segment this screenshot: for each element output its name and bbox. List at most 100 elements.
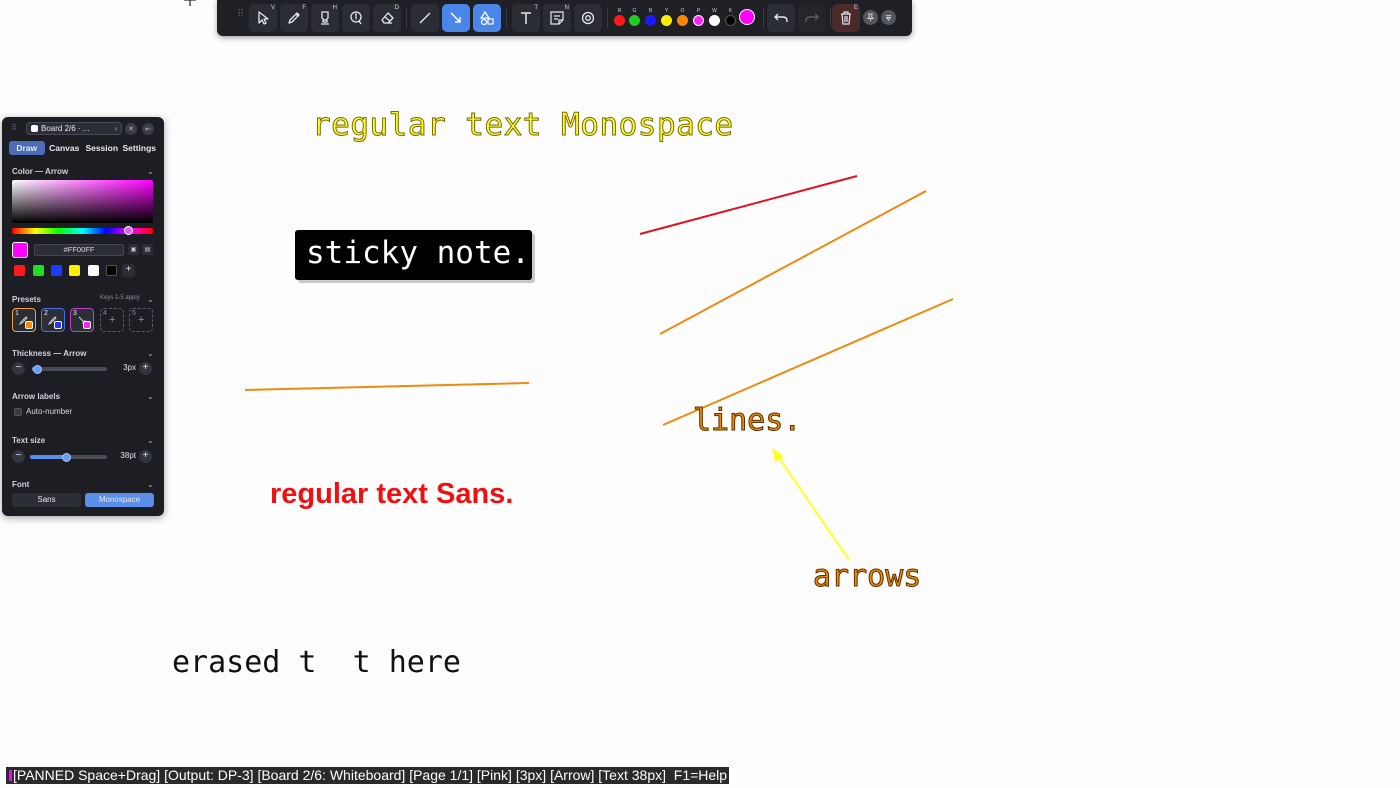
quick-color-black[interactable] (106, 265, 117, 276)
sticky-note-icon (550, 11, 564, 25)
text-size-decrease-button[interactable]: − (12, 450, 25, 463)
board-selector[interactable]: Board 2/6 · ... › (26, 122, 122, 135)
blue-swatch[interactable] (645, 15, 656, 26)
sticky-shortcut-label: N (564, 5, 569, 11)
preset-slot-4[interactable]: 4 + (100, 308, 124, 332)
tab-draw[interactable]: Draw (9, 141, 45, 155)
quick-color-green[interactable] (33, 265, 44, 276)
erased-text[interactable]: erased t t here (172, 645, 461, 680)
white-swatch[interactable] (709, 15, 720, 26)
font-monospace-button[interactable]: Monospace (85, 493, 154, 507)
text-icon (521, 12, 531, 24)
swatch-key-blue: B (648, 8, 653, 14)
orange-line-1[interactable] (659, 190, 927, 335)
tab-canvas[interactable]: Canvas (47, 141, 83, 155)
text-size-value: 38pt (120, 451, 136, 460)
sans-text-red[interactable]: regular text Sans. (270, 478, 513, 511)
arrows-label-text[interactable]: arrows (812, 559, 921, 595)
thickness-decrease-button[interactable]: − (12, 362, 25, 375)
select-tool-button[interactable]: V (249, 4, 277, 32)
paste-color-button[interactable]: ▤ (142, 244, 153, 255)
redo-button[interactable] (798, 4, 826, 32)
eyedropper-button[interactable]: ▣ (128, 244, 139, 255)
auto-number-checkbox[interactable] (14, 408, 22, 416)
monospace-text-yellow[interactable]: regular text Monospace (312, 107, 734, 144)
add-color-button[interactable]: + (122, 264, 135, 277)
lines-label-text[interactable]: lines. (692, 403, 801, 439)
yellow-arrow[interactable] (772, 447, 850, 561)
preset-slot-3[interactable]: 3 (70, 308, 94, 332)
shapes-icon (479, 10, 494, 26)
target-tool-button[interactable] (574, 4, 602, 32)
chevron-down-icon[interactable]: ⌄ (147, 436, 154, 445)
quick-color-red[interactable] (14, 265, 25, 276)
redo-icon (805, 13, 819, 22)
eraser-tool-button[interactable]: D (373, 4, 401, 32)
green-swatch[interactable] (629, 15, 640, 26)
panel-collapse-button[interactable]: ⇤ (142, 123, 154, 135)
tab-settings[interactable]: Settings (122, 141, 158, 155)
text-shortcut-label: T (534, 5, 538, 11)
plus-icon: + (138, 314, 145, 326)
black-swatch[interactable] (725, 15, 736, 26)
saturation-value-picker[interactable] (12, 180, 153, 223)
preset-slot-1[interactable]: 1 (12, 308, 36, 332)
preset-slot-5[interactable]: 5 + (129, 308, 153, 332)
line-tool-button[interactable] (411, 4, 439, 32)
pin-toolbar-button[interactable] (863, 10, 878, 25)
chevron-down-icon[interactable]: ⌄ (147, 349, 154, 358)
pink-swatch[interactable] (693, 15, 704, 26)
thickness-increase-button[interactable]: + (139, 362, 152, 375)
shapes-tool-button[interactable] (473, 4, 501, 32)
highlighter-icon (321, 11, 329, 25)
hue-slider-thumb[interactable] (124, 226, 133, 235)
tab-session[interactable]: Session (84, 141, 120, 155)
arrow-tool-button[interactable] (442, 4, 470, 32)
quick-color-yellow[interactable] (69, 265, 80, 276)
chevron-down-icon[interactable]: ⌄ (147, 167, 154, 176)
chevron-down-icon[interactable]: ⌄ (147, 392, 154, 401)
highlighter-tool-button[interactable]: H (311, 4, 339, 32)
chevron-down-icon[interactable]: ⌄ (147, 295, 154, 304)
panel-drag-handle[interactable]: ⠿ (11, 124, 17, 132)
board-color-dot (31, 125, 38, 132)
text-size-slider-fill (30, 455, 66, 459)
step-marker-tool-button[interactable] (342, 4, 370, 32)
sticky-note[interactable]: sticky note. (295, 230, 532, 280)
thickness-slider-track[interactable] (32, 367, 107, 371)
panel-tabs: Draw Canvas Session Settings (9, 141, 157, 155)
collapse-toolbar-button[interactable] (881, 10, 896, 25)
preset-slot-2[interactable]: 2 (41, 308, 65, 332)
toolbar-drag-handle[interactable]: ⠿ (237, 10, 245, 24)
text-tool-button[interactable]: T (512, 4, 540, 32)
orange-swatch[interactable] (677, 15, 688, 26)
swatch-key-red: R (617, 8, 622, 14)
orange-line-3[interactable] (244, 382, 530, 391)
thickness-slider-thumb[interactable] (33, 365, 42, 374)
font-sans-button[interactable]: Sans (12, 493, 81, 507)
red-swatch[interactable] (614, 15, 625, 26)
current-color-swatch[interactable] (12, 242, 28, 258)
quick-color-white[interactable] (88, 265, 99, 276)
clear-shortcut-label: E (853, 5, 858, 11)
pen-shortcut-label: F (302, 5, 306, 11)
undo-button[interactable] (767, 4, 795, 32)
select-shortcut-label: V (270, 5, 275, 11)
sticky-note-tool-button[interactable]: N (543, 4, 571, 32)
chevron-down-icon[interactable]: ⌄ (147, 480, 154, 489)
pen-tool-button[interactable]: F (280, 4, 308, 32)
panel-pin-button[interactable]: ✕ (125, 123, 137, 135)
clear-board-button[interactable]: E (832, 4, 860, 32)
text-size-slider-thumb[interactable] (62, 453, 71, 462)
paste-icon: ▤ (144, 247, 151, 253)
cursor-arrow-icon (258, 11, 269, 25)
current-color-indicator[interactable] (739, 9, 755, 25)
target-icon (581, 11, 595, 25)
red-line[interactable] (639, 175, 858, 235)
hex-color-input[interactable]: #FF00FF (34, 244, 124, 256)
yellow-swatch[interactable] (661, 15, 672, 26)
quick-color-blue[interactable] (51, 265, 62, 276)
arrow-labels-section-title: Arrow labels (12, 392, 61, 401)
presets-section-title: Presets (12, 295, 41, 304)
text-size-increase-button[interactable]: + (139, 450, 152, 463)
